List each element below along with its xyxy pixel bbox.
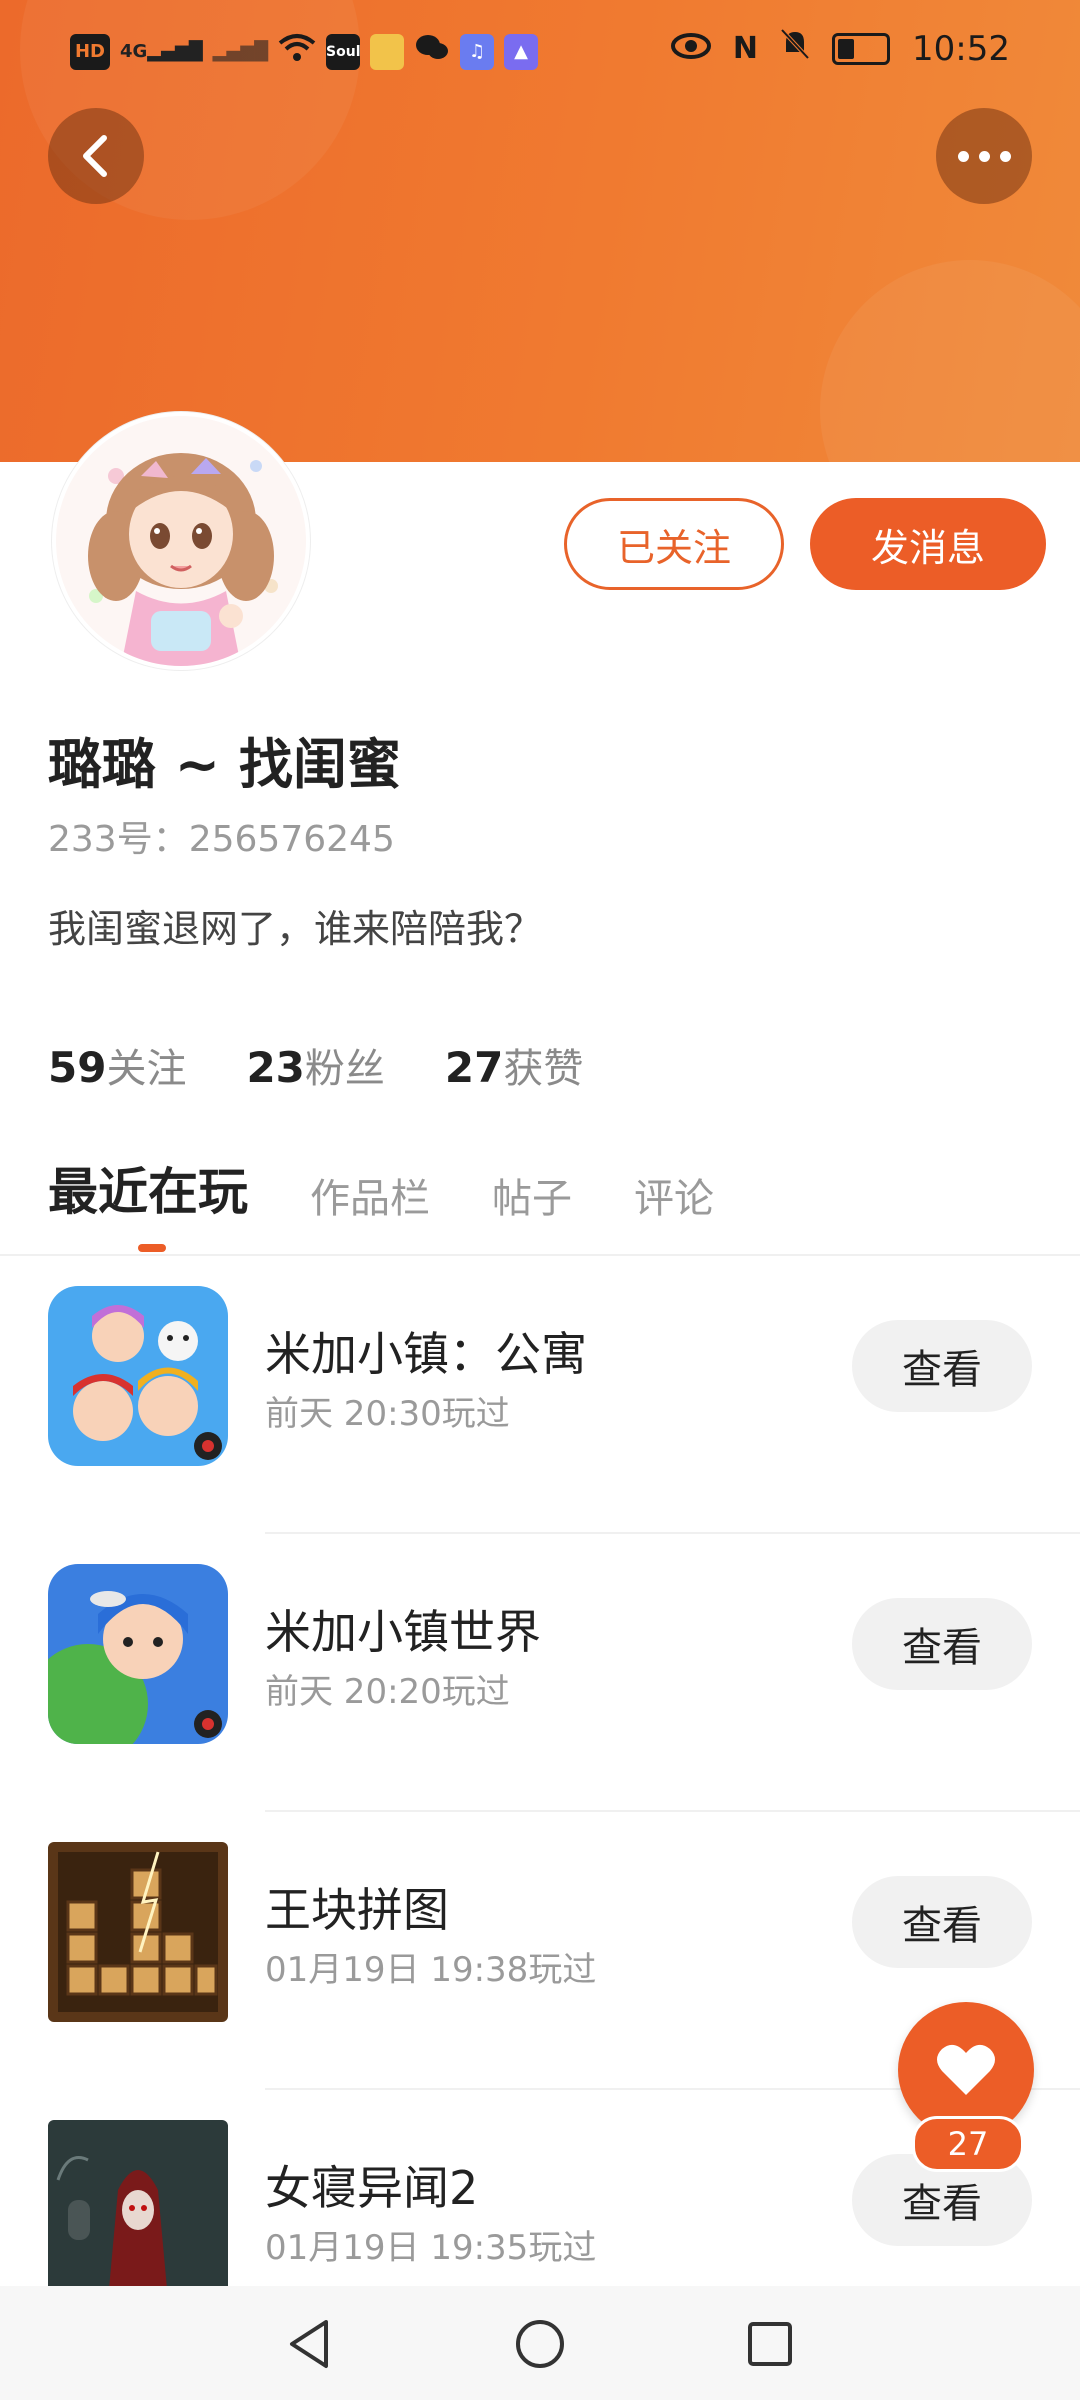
- status-bar: HD 4G▂▄▆█ ▂▄▆█ Soul ♫ ▲ N 10:52: [0, 0, 1080, 104]
- nav-back-button[interactable]: [280, 2314, 340, 2374]
- stat-likes[interactable]: 27获赞: [445, 1036, 583, 1094]
- game-icon-block-puzzle: [48, 1842, 228, 2022]
- view-game-button[interactable]: 查看: [852, 1598, 1032, 1690]
- active-tab-indicator: [138, 1244, 166, 1252]
- clock-time: 10:52: [912, 28, 1010, 69]
- game-played-time: 01月19日 19:35玩过: [265, 2228, 597, 2268]
- triangle-back-icon: [290, 2320, 328, 2368]
- study-app-icon: ▲: [504, 34, 539, 70]
- tab-works[interactable]: 作品栏: [310, 1166, 430, 1224]
- more-options-button[interactable]: [936, 108, 1032, 204]
- music-app-icon: ♫: [460, 34, 495, 70]
- game-name: 王块拼图: [265, 1883, 449, 1937]
- profile-uid: 233号：256576245: [48, 819, 395, 860]
- circle-home-icon: [516, 2320, 564, 2368]
- profile-name: 璐璐 ~ 找闺蜜: [48, 733, 401, 796]
- game-played-time: 前天 20:20玩过: [265, 1672, 510, 1712]
- game-list-item[interactable]: 女寝异闻2 01月19日 19:35玩过 查看: [0, 2090, 1080, 2286]
- signal-icon: ▂▄▆█: [212, 41, 269, 62]
- game-icon-miga-apartment: [48, 1286, 228, 1466]
- heart-icon: [937, 2044, 995, 2095]
- game-name: 米加小镇：公寓: [265, 1327, 587, 1381]
- stat-following[interactable]: 59关注: [48, 1036, 186, 1094]
- system-nav-bar: [0, 2286, 1080, 2400]
- game-list-item[interactable]: 米加小镇世界 前天 20:20玩过 查看: [0, 1534, 1080, 1812]
- avatar-illustration: [56, 416, 306, 666]
- game-played-time: 01月19日 19:38玩过: [265, 1950, 597, 1990]
- game-list-item[interactable]: 米加小镇：公寓 前天 20:30玩过 查看: [0, 1256, 1080, 1534]
- profile-tabs: 最近在玩 作品栏 帖子 评论: [48, 1152, 714, 1224]
- wifi-icon: [278, 32, 316, 72]
- game-icon-dorm-horror: [48, 2120, 228, 2286]
- game-name: 女寝异闻2: [265, 2161, 479, 2215]
- tab-posts[interactable]: 帖子: [492, 1166, 572, 1224]
- stat-fans[interactable]: 23粉丝: [246, 1036, 384, 1094]
- avatar[interactable]: [52, 412, 310, 670]
- wechat-icon: [414, 32, 450, 72]
- back-button[interactable]: [48, 108, 144, 204]
- nav-recents-button[interactable]: [740, 2314, 800, 2374]
- tab-recently-played[interactable]: 最近在玩: [48, 1152, 248, 1224]
- more-dots-icon: [957, 150, 1011, 162]
- game-icon-miga-world: [48, 1564, 228, 1744]
- hd-icon: HD: [70, 34, 110, 70]
- chevron-left-icon: [83, 135, 107, 177]
- game-name: 米加小镇世界: [265, 1605, 541, 1659]
- send-message-button[interactable]: 发消息: [810, 498, 1046, 590]
- app-icon: [370, 34, 405, 70]
- view-game-button[interactable]: 查看: [852, 1876, 1032, 1968]
- mute-icon: [780, 28, 810, 69]
- tab-comments[interactable]: 评论: [634, 1166, 714, 1224]
- followed-button[interactable]: 已关注: [564, 498, 784, 590]
- view-game-button[interactable]: 查看: [852, 1320, 1032, 1412]
- like-count-badge: 27: [912, 2116, 1024, 2172]
- eye-icon: [670, 29, 711, 69]
- nfc-icon: N: [732, 31, 759, 66]
- square-recents-icon: [748, 2322, 792, 2366]
- signal-4g-icon: 4G▂▄▆█: [120, 41, 203, 62]
- soul-app-icon: Soul: [326, 34, 361, 70]
- nav-home-button[interactable]: [510, 2314, 570, 2374]
- profile-stats: 59关注 23粉丝 27获赞: [48, 1036, 583, 1094]
- battery-icon: [832, 32, 891, 65]
- profile-bio: 我闺蜜退网了，谁来陪陪我？: [48, 907, 543, 951]
- game-played-time: 前天 20:30玩过: [265, 1394, 510, 1434]
